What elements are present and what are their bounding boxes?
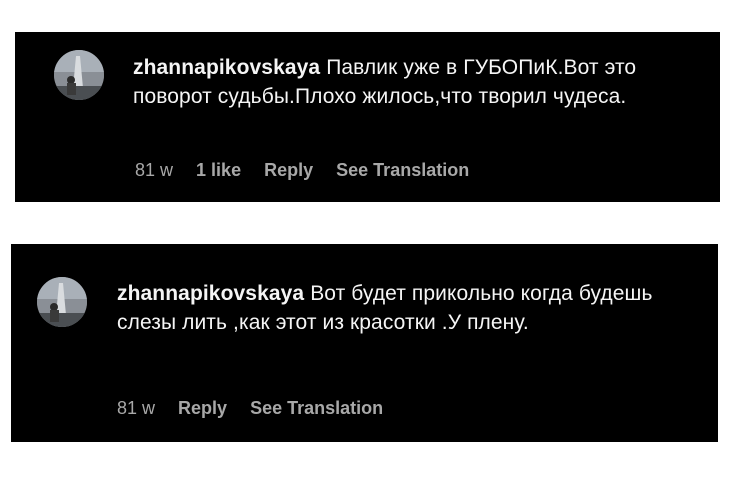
avatar-photo-icon xyxy=(37,277,87,327)
comment-card: zhannapikovskaya Павлик уже в ГУБОПиК.Вот… xyxy=(15,32,720,202)
comment-meta: 81 w 1 like Reply See Translation xyxy=(135,160,487,181)
comment-timestamp[interactable]: 81 w xyxy=(135,160,173,180)
see-translation-button[interactable]: See Translation xyxy=(336,160,469,180)
reply-button[interactable]: Reply xyxy=(264,160,313,180)
username-link[interactable]: zhannapikovskaya xyxy=(133,56,320,79)
see-translation-button[interactable]: See Translation xyxy=(250,398,383,418)
comment-body: zhannapikovskaya Павлик уже в ГУБОПиК.Вот… xyxy=(133,53,703,111)
comment-body: zhannapikovskaya Вот будет прикольно когд… xyxy=(117,279,707,337)
comment-timestamp[interactable]: 81 w xyxy=(117,398,155,418)
avatar[interactable] xyxy=(37,277,87,327)
likes-count-button[interactable]: 1 like xyxy=(196,160,241,180)
avatar[interactable] xyxy=(54,50,104,100)
reply-button[interactable]: Reply xyxy=(178,398,227,418)
comment-card: zhannapikovskaya Вот будет прикольно когд… xyxy=(11,244,718,442)
username-link[interactable]: zhannapikovskaya xyxy=(117,282,304,305)
avatar-photo-icon xyxy=(54,50,104,100)
comment-meta: 81 w Reply See Translation xyxy=(117,398,401,419)
